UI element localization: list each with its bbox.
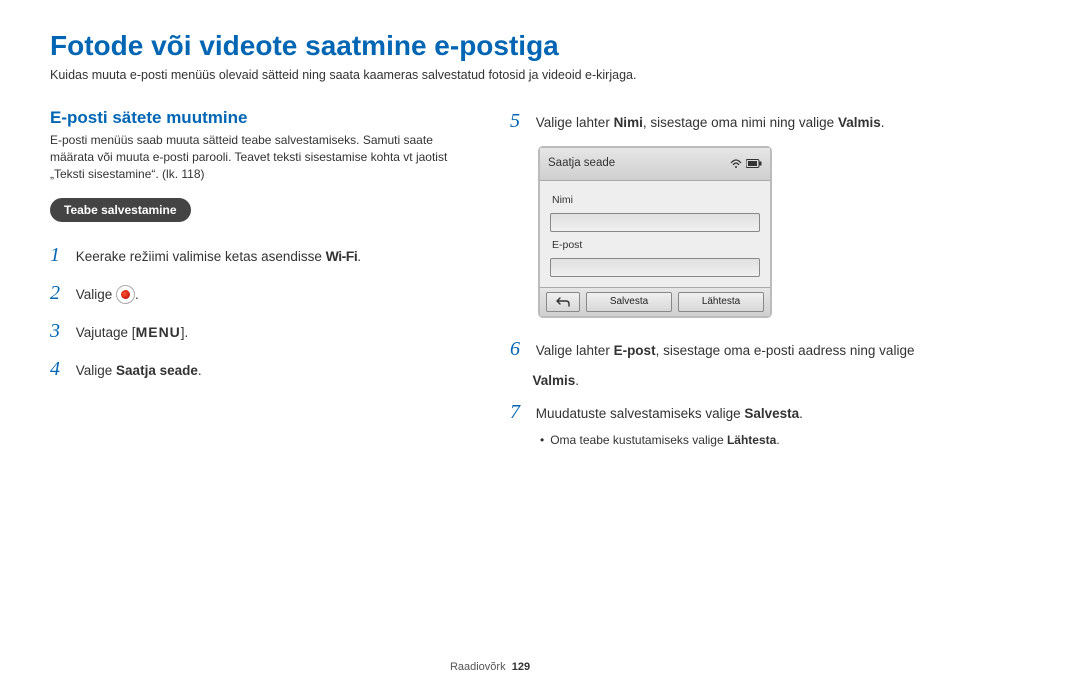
step-number: 7 (510, 393, 532, 431)
step-text: Valige (76, 363, 116, 378)
section-heading: E-posti sätete muutmine (50, 108, 470, 128)
step-2: 2 Valige . (50, 274, 470, 312)
step-1: 1 Keerake režiimi valimise ketas asendis… (50, 236, 470, 274)
subsection-pill: Teabe salvestamine (50, 198, 191, 222)
field-label-name: Nimi (552, 191, 760, 211)
step-number: 2 (50, 274, 72, 312)
footer-section: Raadiovõrk (450, 661, 506, 673)
step-text: Valige lahter (536, 343, 614, 358)
step-text: Valige lahter (536, 115, 614, 130)
screenshot-title: Saatja seade (548, 153, 615, 175)
email-input[interactable] (550, 258, 760, 277)
email-app-icon (116, 285, 135, 304)
step-number: 1 (50, 236, 72, 274)
screenshot-body: Nimi E-post (540, 181, 770, 287)
page-number: 129 (512, 661, 530, 673)
step-bold: Salvesta (744, 406, 799, 421)
save-button[interactable]: Salvesta (586, 292, 672, 312)
left-column: E-posti sätete muutmine E-posti menüüs s… (50, 102, 470, 451)
wifi-icon (730, 159, 742, 169)
step-number: 3 (50, 312, 72, 350)
step-text: Vajutage [ (76, 325, 136, 340)
step-number: 4 (50, 350, 72, 388)
step-text: . (198, 363, 202, 378)
screenshot-footer: Salvesta Lähtesta (540, 287, 770, 316)
back-button[interactable] (546, 292, 580, 312)
step-bold: Valmis (533, 373, 576, 388)
step-text: Keerake režiimi valimise ketas asendisse (76, 249, 326, 264)
step-6: 6 Valige lahter E-post, sisestage oma e-… (510, 330, 930, 394)
step-text: . (881, 115, 885, 130)
bullet-text: . (776, 433, 779, 447)
step-bold: E-post (614, 343, 656, 358)
step-text: , sisestage oma nimi ning valige (643, 115, 838, 130)
step-3: 3 Vajutage [MENU]. (50, 312, 470, 350)
name-input[interactable] (550, 213, 760, 232)
step-text: Valige (76, 287, 116, 302)
field-label-email: E-post (552, 236, 760, 256)
bullet-text: Oma teabe kustutamiseks valige (540, 433, 727, 447)
back-arrow-icon (556, 297, 570, 307)
step-4: 4 Valige Saatja seade. (50, 350, 470, 388)
status-icons (730, 159, 762, 169)
step-number: 6 (510, 330, 532, 368)
steps-right: 5 Valige lahter Nimi, sisestage oma nimi… (510, 102, 930, 451)
step-bold: Valmis (838, 115, 881, 130)
steps-left: 1 Keerake režiimi valimise ketas asendis… (50, 236, 470, 388)
device-screenshot: Saatja seade Nimi E-post Salv (538, 146, 772, 318)
step-5: 5 Valige lahter Nimi, sisestage oma nimi… (510, 102, 930, 140)
battery-icon (746, 159, 762, 168)
reset-button[interactable]: Lähtesta (678, 292, 764, 312)
step-text: . (575, 373, 579, 388)
right-column: 5 Valige lahter Nimi, sisestage oma nimi… (510, 102, 930, 451)
step-bold: Nimi (614, 115, 643, 130)
step-bold: Saatja seade (116, 363, 198, 378)
section-paragraph: E-posti menüüs saab muuta sätteid teabe … (50, 132, 470, 182)
step-7: 7 Muudatuste salvestamiseks valige Salve… (510, 393, 930, 431)
step-text: . (799, 406, 803, 421)
wifi-label: Wi-Fi (326, 248, 358, 264)
page-subtitle: Kuidas muuta e-posti menüüs olevaid sätt… (50, 68, 930, 82)
content-columns: E-posti sätete muutmine E-posti menüüs s… (50, 102, 930, 451)
page-footer: Raadiovõrk 129 (50, 661, 930, 673)
step-text: ]. (181, 325, 189, 340)
bullet-bold: Lähtesta (727, 433, 776, 447)
step-number: 5 (510, 102, 532, 140)
step-7-bullet: Oma teabe kustutamiseks valige Lähtesta. (540, 431, 930, 450)
menu-button-label: MENU (136, 324, 181, 340)
step-text: Muudatuste salvestamiseks valige (536, 406, 745, 421)
page-title: Fotode või videote saatmine e-postiga (50, 30, 930, 62)
step-text: , sisestage oma e-posti aadress ning val… (656, 343, 915, 358)
screenshot-header: Saatja seade (540, 148, 770, 181)
